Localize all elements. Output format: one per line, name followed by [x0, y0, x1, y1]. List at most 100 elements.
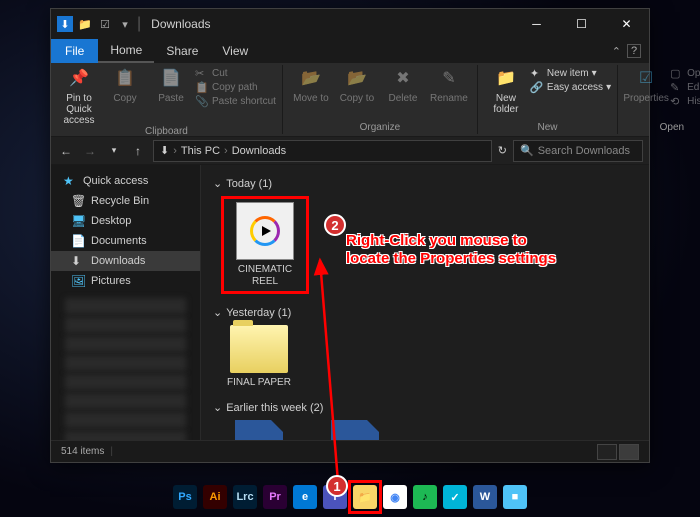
group-new-label: New	[538, 122, 558, 134]
cut-button[interactable]: ✂Cut	[195, 67, 276, 80]
address-bar: ← → ▾ ↑ ⬇ › This PC › Downloads ↻ 🔍 Sear…	[51, 137, 649, 165]
easyaccess-icon: 🔗	[530, 81, 544, 94]
move-to-button[interactable]: 📂Move to	[289, 67, 333, 104]
qat-dropdown-icon[interactable]: ▾	[117, 16, 133, 32]
copyto-icon: 📂	[345, 67, 369, 91]
group-yesterday-header[interactable]: ⌄Yesterday (1)	[213, 306, 637, 319]
open-button[interactable]: ▢Open ▾	[670, 67, 700, 80]
taskbar-app1[interactable]: ✓	[443, 485, 467, 509]
new-item-button[interactable]: ✦New item ▾	[530, 67, 611, 80]
taskbar-app2[interactable]: ■	[503, 485, 527, 509]
taskbar-explorer[interactable]: 📁	[353, 485, 377, 509]
paste-icon: 📄	[159, 67, 183, 91]
edit-icon: ✎	[670, 81, 684, 94]
word-icon: W	[331, 420, 379, 440]
close-button[interactable]: ✕	[604, 9, 649, 39]
sidebar-item-downloads[interactable]: ⬇Downloads	[51, 251, 200, 271]
rename-button[interactable]: ✎Rename	[427, 67, 471, 104]
paste-shortcut-button[interactable]: 📎Paste shortcut	[195, 95, 276, 108]
back-button[interactable]: ←	[57, 144, 75, 158]
annotation-highlight-file: CINEMATIC REEL	[221, 196, 309, 294]
edit-button[interactable]: ✎Edit	[670, 81, 700, 94]
file-word-doc-2[interactable]: W	[317, 420, 393, 440]
tab-view[interactable]: View	[210, 39, 260, 63]
pin-icon: 📌	[67, 67, 91, 91]
taskbar-word[interactable]: W	[473, 485, 497, 509]
group-earlier-header[interactable]: ⌄Earlier this week (2)	[213, 401, 637, 414]
open-icon: ▢	[670, 67, 684, 80]
history-button[interactable]: ⟲History	[670, 95, 700, 108]
sidebar-item-documents[interactable]: 📄Documents	[51, 231, 200, 251]
file-cinematic-reel[interactable]: CINEMATIC REEL	[227, 202, 303, 288]
chevron-down-icon: ⌄	[213, 401, 222, 414]
folder-icon: ⬇	[160, 144, 169, 157]
annotation-badge-2: 2	[324, 214, 346, 236]
item-count: 514 items	[61, 446, 104, 457]
refresh-button[interactable]: ↻	[498, 144, 507, 157]
sidebar-blurred-items	[51, 291, 200, 440]
taskbar: PsAiLrcPreT📁◉♪✓W■	[173, 485, 527, 509]
taskbar-spotify[interactable]: ♪	[413, 485, 437, 509]
annotation-highlight-taskbar: 📁	[348, 480, 382, 514]
copypath-icon: 📋	[195, 81, 209, 94]
taskbar-edge[interactable]: e	[293, 485, 317, 509]
new-folder-button[interactable]: 📁New folder	[484, 67, 528, 115]
window-title: Downloads	[151, 17, 210, 31]
history-icon: ⟲	[670, 95, 684, 108]
taskbar-ai[interactable]: Ai	[203, 485, 227, 509]
ribbon-collapse-icon[interactable]: ⌃	[612, 45, 621, 58]
tab-share[interactable]: Share	[154, 39, 210, 63]
properties-icon: ☑	[634, 67, 658, 91]
taskbar-chrome[interactable]: ◉	[383, 485, 407, 509]
copy-to-button[interactable]: 📂Copy to	[335, 67, 379, 104]
icons-view-button[interactable]	[619, 444, 639, 460]
delete-button[interactable]: ✖Delete	[381, 67, 425, 104]
sidebar-item-recyclebin[interactable]: 🗑Recycle Bin	[51, 191, 200, 211]
recent-button[interactable]: ▾	[105, 145, 123, 156]
folder-icon	[230, 325, 288, 373]
taskbar-ps[interactable]: Ps	[173, 485, 197, 509]
forward-button[interactable]: →	[81, 144, 99, 158]
pin-button[interactable]: 📌Pin to Quick access	[57, 67, 101, 126]
newfolder-icon: 📁	[494, 67, 518, 91]
paste-button[interactable]: 📄Paste	[149, 67, 193, 104]
titlebar[interactable]: ⬇ 📁 ☑ ▾ | Downloads ─ ☐ ✕	[51, 9, 649, 39]
tab-home[interactable]: Home	[98, 39, 154, 63]
rename-icon: ✎	[437, 67, 461, 91]
maximize-button[interactable]: ☐	[559, 9, 604, 39]
easy-access-button[interactable]: 🔗Easy access ▾	[530, 81, 611, 94]
file-word-doc-1[interactable]: W	[221, 420, 297, 440]
group-organize-label: Organize	[360, 122, 401, 134]
moveto-icon: 📂	[299, 67, 323, 91]
minimize-button[interactable]: ─	[514, 9, 559, 39]
file-final-paper[interactable]: FINAL PAPER	[221, 325, 297, 389]
chevron-down-icon: ⌄	[213, 306, 222, 319]
qat-down-icon[interactable]: ⬇	[57, 16, 73, 32]
details-view-button[interactable]	[597, 444, 617, 460]
search-input[interactable]: 🔍 Search Downloads	[513, 140, 643, 162]
ribbon-help-icon[interactable]: ?	[627, 44, 641, 58]
sidebar-item-pictures[interactable]: 🖼Pictures	[51, 271, 200, 291]
play-icon	[250, 216, 280, 246]
qat-check-icon[interactable]: ☑	[97, 16, 113, 32]
taskbar-pr[interactable]: Pr	[263, 485, 287, 509]
sidebar-item-desktop[interactable]: 🖥Desktop	[51, 211, 200, 231]
nav-sidebar[interactable]: ★ Quick access 🗑Recycle Bin 🖥Desktop 📄Do…	[51, 165, 201, 440]
address-input[interactable]: ⬇ › This PC › Downloads	[153, 140, 492, 162]
copy-button[interactable]: 📋Copy	[103, 67, 147, 104]
downloads-icon: ⬇	[71, 254, 85, 268]
properties-button[interactable]: ☑Properties	[624, 67, 668, 104]
documents-icon: 📄	[71, 234, 85, 248]
tab-file[interactable]: File	[51, 39, 98, 63]
qat-folder-icon[interactable]: 📁	[77, 16, 93, 32]
group-today-header[interactable]: ⌄Today (1)	[213, 177, 637, 190]
file-list[interactable]: ⌄Today (1) CINEMATIC REEL ⌄Yesterday (1)…	[201, 165, 649, 440]
copy-path-button[interactable]: 📋Copy path	[195, 81, 276, 94]
copy-icon: 📋	[113, 67, 137, 91]
up-button[interactable]: ↑	[129, 144, 147, 158]
taskbar-lrc[interactable]: Lrc	[233, 485, 257, 509]
video-thumbnail	[236, 202, 294, 260]
group-open-label: Open	[660, 122, 684, 134]
sidebar-quick-access[interactable]: ★ Quick access	[51, 171, 200, 191]
newitem-icon: ✦	[530, 67, 544, 80]
